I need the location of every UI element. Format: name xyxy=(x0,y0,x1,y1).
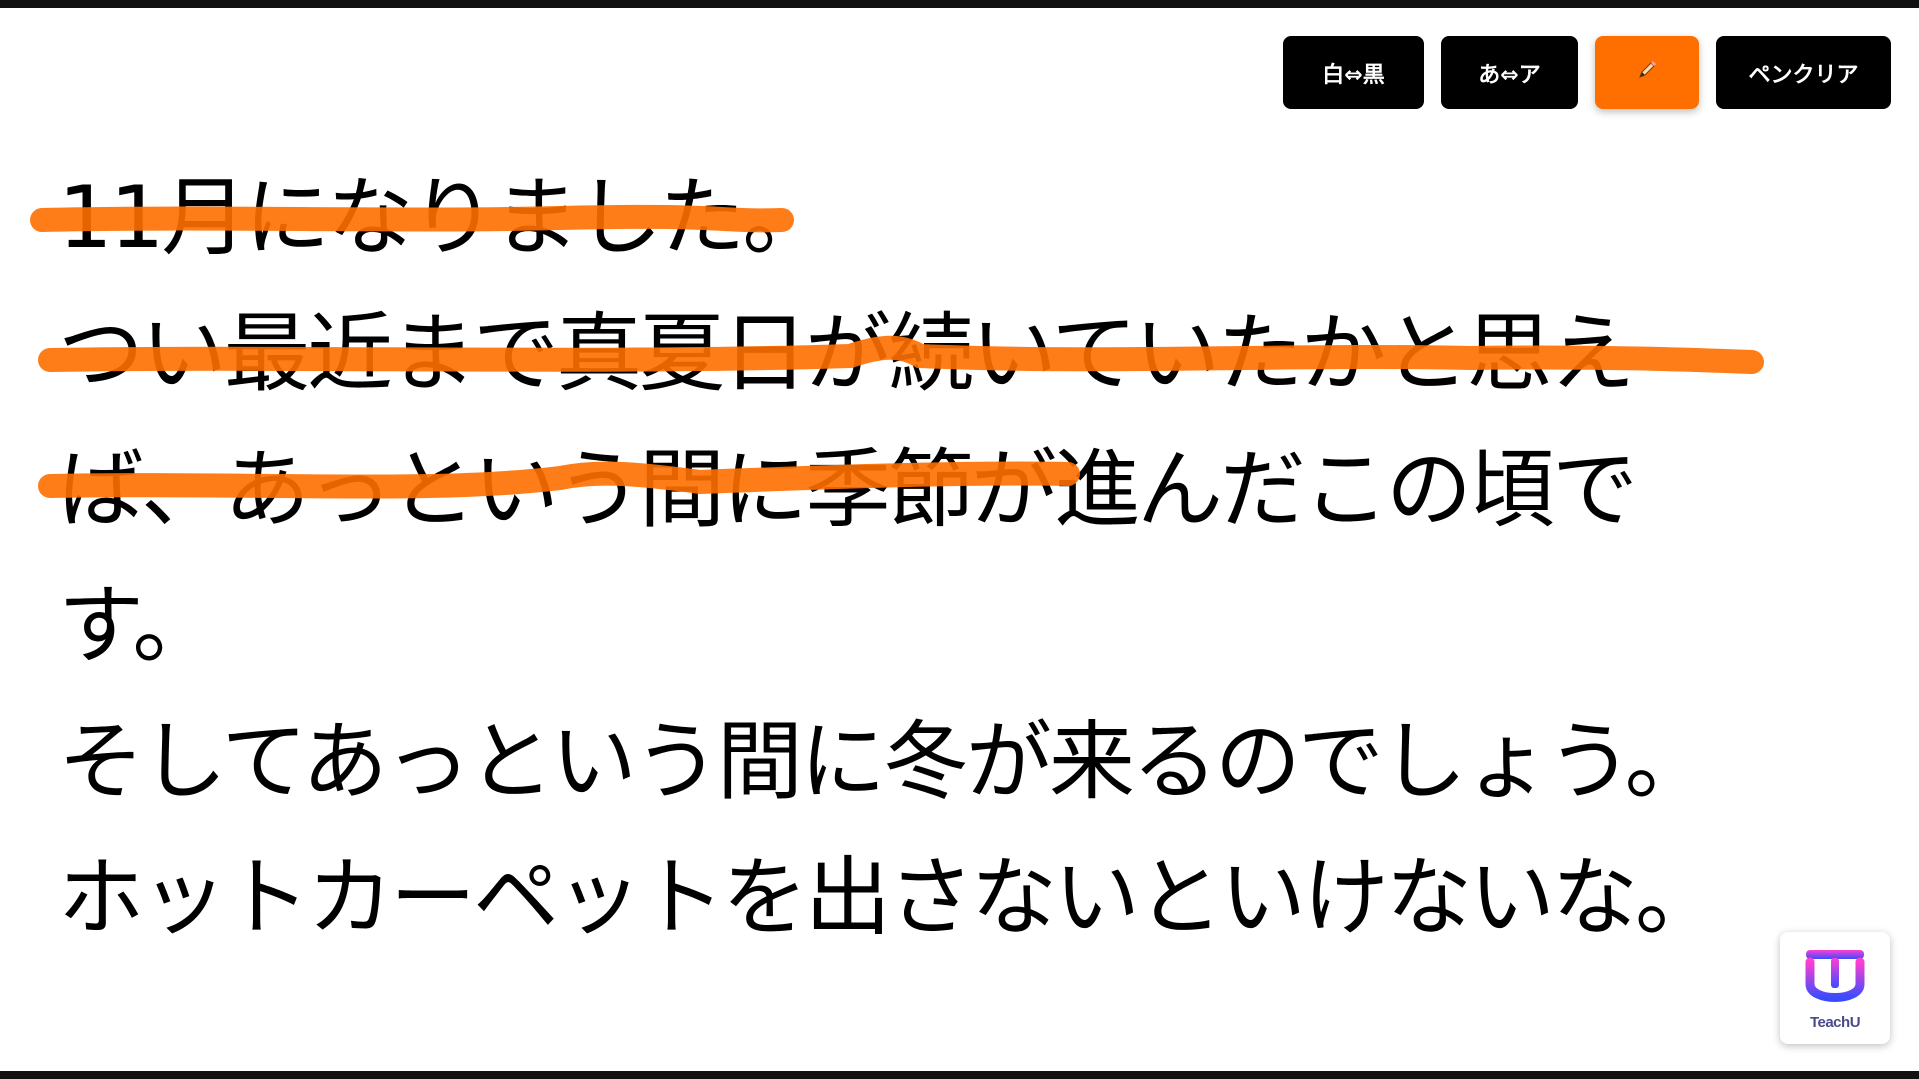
text-line: 11月になりました。 xyxy=(58,168,828,268)
kana-toggle-button[interactable]: あ⇔ア xyxy=(1441,36,1578,109)
logo-text: TeachU xyxy=(1809,1013,1861,1031)
text-line: そしてあっという間に冬が来るのでしょう。 xyxy=(58,712,1711,812)
pencil-icon xyxy=(1636,59,1658,87)
text-line: す。 xyxy=(58,576,218,676)
text-line: ホットカーペットを出さないといけないな。 xyxy=(58,848,1721,948)
text-line: ば、あっという間に季節が進んだこの頃で xyxy=(58,440,1638,540)
pen-button[interactable] xyxy=(1595,36,1699,109)
teachu-logo-mark xyxy=(1805,949,1865,1002)
reading-text: 11月になりました。 つい最近まで真夏日が続いていたかと思え ば、あっという間に… xyxy=(58,150,1758,966)
invert-colors-button[interactable]: 白⇔黒 xyxy=(1283,36,1424,109)
bottom-border xyxy=(0,1071,1919,1079)
text-line: つい最近まで真夏日が続いていたかと思え xyxy=(58,304,1635,404)
top-border xyxy=(0,0,1919,8)
teachu-logo: TeachU xyxy=(1780,932,1890,1044)
toolbar: 白⇔黒 あ⇔ア ペンクリア xyxy=(1283,36,1891,109)
pen-clear-button[interactable]: ペンクリア xyxy=(1716,36,1891,109)
